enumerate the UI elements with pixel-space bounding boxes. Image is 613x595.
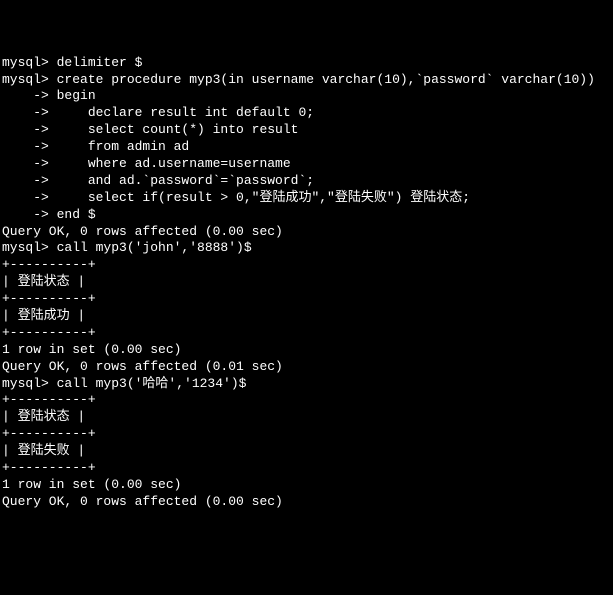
terminal-line: 1 row in set (0.00 sec) (2, 342, 611, 359)
terminal-line: -> select count(*) into result (2, 122, 611, 139)
terminal-line: mysql> call myp3('哈哈','1234')$ (2, 376, 611, 393)
terminal-line: +----------+ (2, 426, 611, 443)
terminal-line: -> end $ (2, 207, 611, 224)
terminal-line: -> and ad.`password`=`password`; (2, 173, 611, 190)
terminal-line: | 登陆失败 | (2, 443, 611, 460)
terminal-line: -> from admin ad (2, 139, 611, 156)
terminal-line: -> begin (2, 88, 611, 105)
terminal-line: +----------+ (2, 325, 611, 342)
mysql-terminal[interactable]: mysql> delimiter $mysql> create procedur… (2, 55, 611, 511)
terminal-line: Query OK, 0 rows affected (0.00 sec) (2, 494, 611, 511)
terminal-line: Query OK, 0 rows affected (0.00 sec) (2, 224, 611, 241)
terminal-line: mysql> call myp3('john','8888')$ (2, 240, 611, 257)
terminal-line: -> declare result int default 0; (2, 105, 611, 122)
terminal-line: -> select if(result > 0,"登陆成功","登陆失败") 登… (2, 190, 611, 207)
terminal-line: Query OK, 0 rows affected (0.01 sec) (2, 359, 611, 376)
terminal-line: 1 row in set (0.00 sec) (2, 477, 611, 494)
terminal-line: +----------+ (2, 291, 611, 308)
terminal-line: | 登陆成功 | (2, 308, 611, 325)
terminal-line: +----------+ (2, 392, 611, 409)
terminal-line: -> where ad.username=username (2, 156, 611, 173)
terminal-line: | 登陆状态 | (2, 274, 611, 291)
terminal-line: | 登陆状态 | (2, 409, 611, 426)
terminal-line: +----------+ (2, 460, 611, 477)
terminal-line: mysql> delimiter $ (2, 55, 611, 72)
terminal-line: mysql> create procedure myp3(in username… (2, 72, 611, 89)
terminal-line: +----------+ (2, 257, 611, 274)
